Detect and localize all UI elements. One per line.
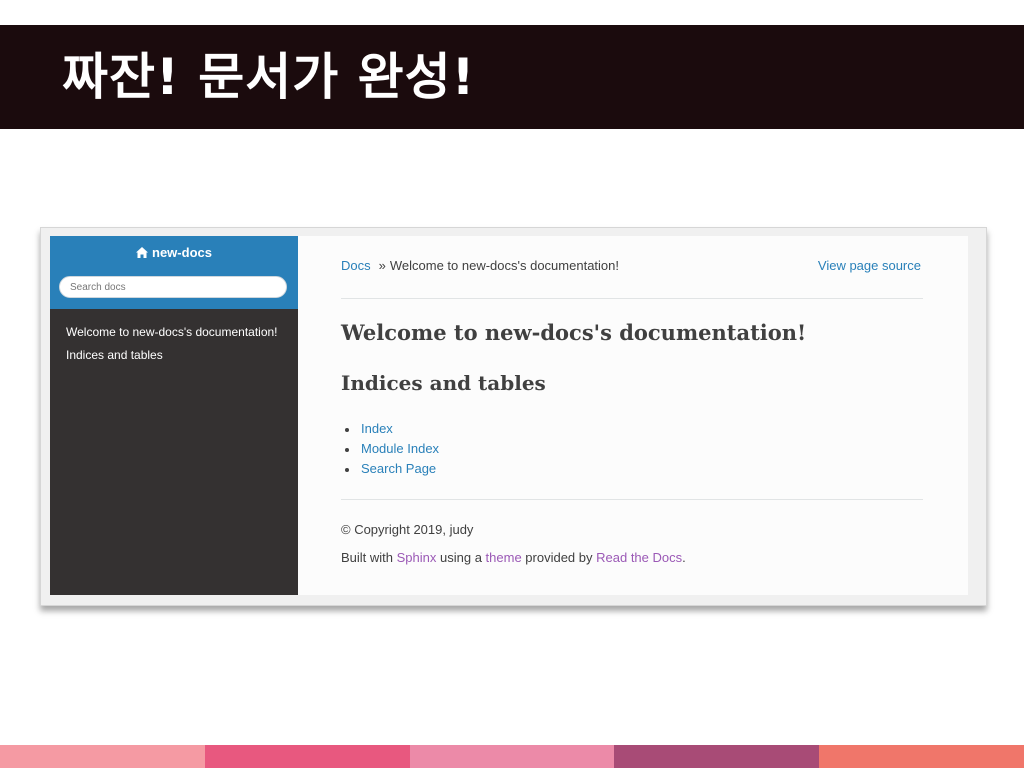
read-the-docs-link[interactable]: Read the Docs [596, 550, 682, 565]
breadcrumb-separator: » [378, 258, 386, 273]
stripe [409, 745, 615, 768]
bullet-icon [345, 467, 349, 472]
breadcrumb-current: Welcome to new-docs's documentation! [389, 258, 619, 273]
built-prefix: Built with [341, 550, 397, 565]
breadcrumb-docs-link[interactable]: Docs [341, 258, 371, 273]
bullet-icon [345, 447, 349, 452]
slide-title-bar: 짜잔! 문서가 완성! [0, 25, 1024, 129]
sphinx-link[interactable]: Sphinx [397, 550, 437, 565]
built-using: using a [436, 550, 486, 565]
stripe [819, 745, 1024, 768]
project-name: new-docs [152, 245, 212, 260]
sidebar-nav: Welcome to new-docs's documentation! Ind… [66, 324, 286, 370]
built-with-text: Built with Sphinx using a theme provided… [341, 550, 686, 565]
index-link[interactable]: Index [361, 421, 393, 436]
docs-screenshot: new-docs Welcome to new-docs's documenta… [40, 227, 987, 606]
sidebar: new-docs Welcome to new-docs's documenta… [50, 236, 298, 595]
built-period: . [682, 550, 686, 565]
project-home-link[interactable]: new-docs [50, 245, 298, 260]
copyright-text: © Copyright 2019, judy [341, 522, 474, 537]
theme-link[interactable]: theme [486, 550, 522, 565]
footer-divider [341, 499, 923, 500]
main-content: Docs» Welcome to new-docs's documentation… [298, 236, 968, 595]
list-item: Search Page [341, 459, 439, 479]
breadcrumb: Docs » Welcome to new-docs's documentation… [341, 258, 923, 278]
slide-title: 짜잔! 문서가 완성! [62, 48, 476, 106]
view-page-source-link[interactable]: View page source [818, 258, 921, 273]
module-index-link[interactable]: Module Index [361, 441, 439, 456]
stripe [0, 745, 205, 768]
sidebar-item-indices[interactable]: Indices and tables [66, 347, 286, 363]
sidebar-item-welcome[interactable]: Welcome to new-docs's documentation! [66, 324, 286, 340]
bullet-icon [345, 427, 349, 432]
page-heading: Welcome to new-docs's documentation! [341, 320, 807, 345]
top-divider [341, 298, 923, 299]
sidebar-header: new-docs [50, 236, 298, 309]
index-links: Index Module Index Search Page [341, 419, 439, 479]
stripe [204, 745, 410, 768]
section-heading: Indices and tables [341, 371, 546, 395]
search-page-link[interactable]: Search Page [361, 461, 436, 476]
search-docs-input[interactable] [59, 276, 287, 298]
decorative-stripes [0, 745, 1024, 768]
stripe [614, 745, 820, 768]
home-icon [136, 247, 149, 258]
built-provided: provided by [521, 550, 597, 565]
list-item: Module Index [341, 439, 439, 459]
list-item: Index [341, 419, 439, 439]
